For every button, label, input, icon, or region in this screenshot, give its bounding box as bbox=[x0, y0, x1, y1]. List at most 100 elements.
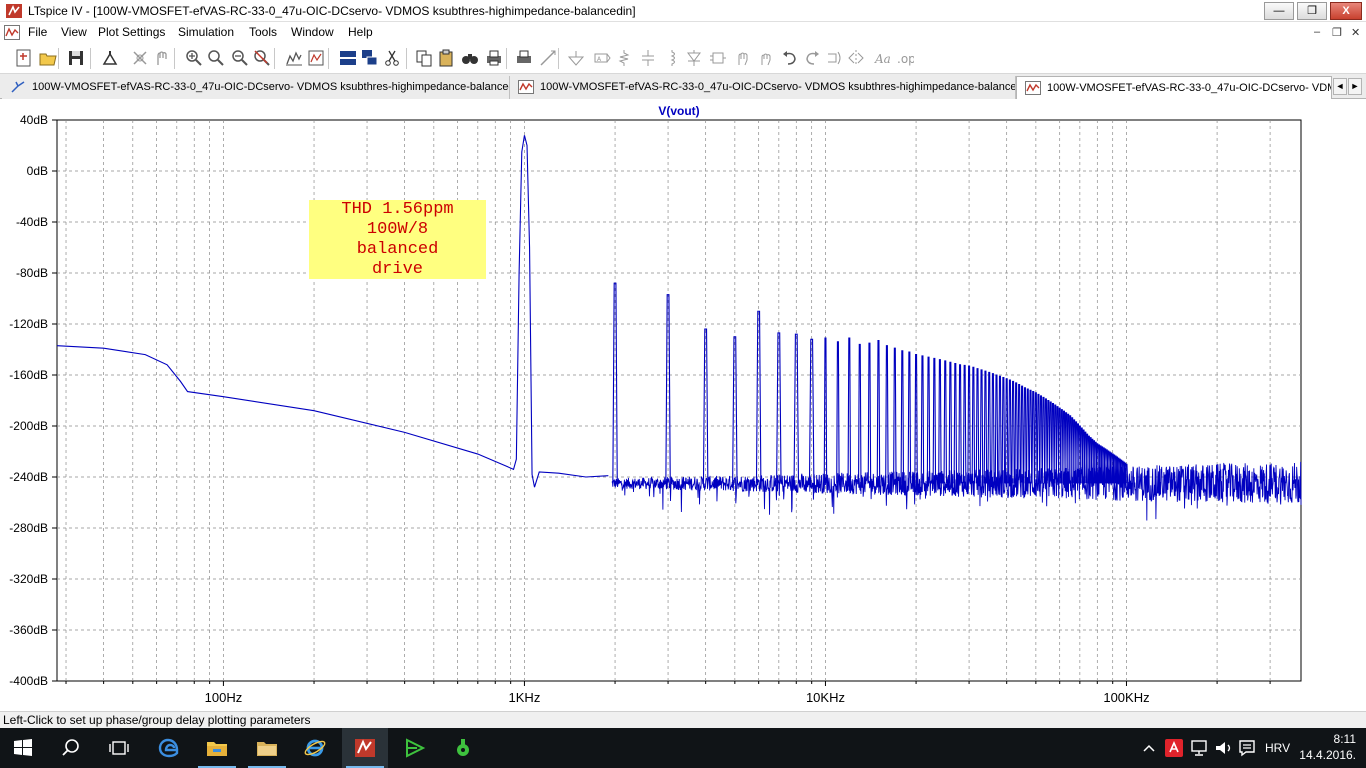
app-button[interactable] bbox=[440, 728, 486, 768]
thd-annotation[interactable]: THD 1.56ppm 100W/8 balanced drive bbox=[309, 200, 486, 279]
tile-horizontal-button[interactable] bbox=[338, 48, 358, 68]
zoom-in-button[interactable] bbox=[184, 48, 204, 68]
undo-button[interactable] bbox=[780, 48, 800, 68]
document-tabs: 100W-VMOSFET-efVAS-RC-33-0_47u-OIC-DCser… bbox=[0, 74, 1366, 99]
start-button[interactable] bbox=[0, 728, 46, 768]
tab-waveform-1[interactable]: 100W-VMOSFET-efVAS-RC-33-0_47u-OIC-DCser… bbox=[510, 76, 1016, 99]
tile-vertical-button[interactable] bbox=[360, 48, 380, 68]
move-button[interactable] bbox=[732, 48, 752, 68]
tab-schematic[interactable]: 100W-VMOSFET-efVAS-RC-33-0_47u-OIC-DCser… bbox=[2, 76, 510, 99]
copy-button[interactable] bbox=[414, 48, 434, 68]
wire-button[interactable] bbox=[538, 48, 558, 68]
tray-notifications[interactable] bbox=[1238, 728, 1258, 768]
open-button[interactable] bbox=[38, 48, 58, 68]
new-plot-pane-button[interactable] bbox=[306, 48, 326, 68]
zoom-back-button[interactable] bbox=[230, 48, 250, 68]
paste-button[interactable] bbox=[436, 48, 456, 68]
mirror-button[interactable] bbox=[846, 48, 866, 68]
drag-button[interactable] bbox=[756, 48, 776, 68]
annotation-line: drive bbox=[371, 260, 423, 279]
waveform-icon bbox=[518, 80, 534, 94]
cut-button[interactable] bbox=[382, 48, 402, 68]
ground-button[interactable] bbox=[566, 48, 586, 68]
save-button[interactable] bbox=[66, 48, 86, 68]
tray-network[interactable] bbox=[1189, 728, 1209, 768]
restore-button[interactable]: ❐ bbox=[1297, 2, 1327, 20]
tab-label: 100W-VMOSFET-efVAS-RC-33-0_47u-OIC-DCser… bbox=[1047, 82, 1331, 94]
capacitor-icon bbox=[642, 50, 654, 66]
toolbar-separator bbox=[328, 48, 329, 69]
trace-title: V(vout) bbox=[658, 104, 699, 118]
tray-antivirus[interactable] bbox=[1165, 728, 1183, 768]
autorange-button[interactable] bbox=[284, 48, 304, 68]
mdi-minimize-button[interactable]: – bbox=[1314, 26, 1320, 38]
ltspice-taskbar-button[interactable] bbox=[342, 728, 388, 768]
label-button[interactable]: A bbox=[592, 48, 612, 68]
tab-scroll-left-button[interactable]: ◄ bbox=[1333, 78, 1347, 95]
input-language[interactable]: HRV bbox=[1265, 728, 1293, 768]
zoom-cancel-button[interactable] bbox=[252, 48, 272, 68]
tile-vertical-icon bbox=[362, 50, 378, 66]
edge-button[interactable] bbox=[146, 728, 192, 768]
windows-taskbar: HRV 8:11 14.4.2016. bbox=[0, 728, 1366, 768]
spice-directive-button[interactable]: .op bbox=[894, 48, 916, 68]
y-tick-label: -120dB bbox=[9, 317, 48, 331]
minimize-button[interactable]: — bbox=[1264, 2, 1294, 20]
file-explorer-button[interactable] bbox=[194, 728, 240, 768]
menu-view[interactable]: View bbox=[61, 25, 87, 39]
inductor-button[interactable] bbox=[662, 48, 682, 68]
find-button[interactable] bbox=[460, 48, 480, 68]
resistor-icon bbox=[618, 50, 630, 66]
print-icon bbox=[487, 50, 501, 66]
toolbar: A Aa .op bbox=[0, 43, 1366, 74]
run-button[interactable] bbox=[130, 48, 150, 68]
toolbar-separator bbox=[90, 48, 91, 69]
tab-label: 100W-VMOSFET-efVAS-RC-33-0_47u-OIC-DCser… bbox=[540, 81, 1016, 93]
y-tick-label: 0dB bbox=[27, 164, 48, 178]
menu-help[interactable]: Help bbox=[348, 25, 373, 39]
mdi-restore-button[interactable]: ❐ bbox=[1332, 26, 1342, 39]
print-preview-button[interactable] bbox=[514, 48, 534, 68]
new-schematic-button[interactable] bbox=[14, 48, 34, 68]
y-tick-label: -400dB bbox=[9, 674, 48, 688]
capacitor-button[interactable] bbox=[638, 48, 658, 68]
menu-tools[interactable]: Tools bbox=[249, 25, 277, 39]
tray-chevron[interactable] bbox=[1142, 728, 1158, 768]
clock-date[interactable]: 14.4.2016. bbox=[1299, 748, 1356, 762]
copy-icon bbox=[416, 50, 432, 67]
rotate-button[interactable] bbox=[824, 48, 844, 68]
menu-file[interactable]: File bbox=[28, 25, 47, 39]
media-button[interactable] bbox=[392, 728, 438, 768]
annotation-line: THD 1.56ppm bbox=[341, 200, 454, 219]
waveform-plot-area[interactable]: 40dB 0dB -40dB -80dB -120dB -160dB -200dB -240d… bbox=[0, 100, 1366, 711]
y-tick-label: -320dB bbox=[9, 572, 48, 586]
clock-time[interactable]: 8:11 bbox=[1334, 732, 1356, 746]
component-button[interactable] bbox=[708, 48, 728, 68]
menu-window[interactable]: Window bbox=[291, 25, 334, 39]
mdi-close-button[interactable]: ✕ bbox=[1351, 26, 1360, 39]
control-panel-button[interactable] bbox=[100, 48, 120, 68]
resistor-button[interactable] bbox=[614, 48, 634, 68]
undo-icon bbox=[783, 51, 796, 65]
halt-button[interactable] bbox=[152, 48, 172, 68]
tab-scroll-right-button[interactable]: ► bbox=[1348, 78, 1362, 95]
menu-simulation[interactable]: Simulation bbox=[178, 25, 234, 39]
diode-button[interactable] bbox=[684, 48, 704, 68]
waveform-window-icon[interactable] bbox=[4, 25, 20, 40]
tab-waveform-2[interactable]: 100W-VMOSFET-efVAS-RC-33-0_47u-OIC-DCser… bbox=[1016, 76, 1332, 99]
redo-button[interactable] bbox=[802, 48, 822, 68]
text-button[interactable]: Aa bbox=[872, 48, 892, 68]
menu-plot-settings[interactable]: Plot Settings bbox=[98, 25, 165, 39]
search-button[interactable] bbox=[48, 728, 94, 768]
move-icon bbox=[738, 52, 748, 66]
folder-button[interactable] bbox=[244, 728, 290, 768]
close-button[interactable]: X bbox=[1330, 2, 1362, 20]
task-view-button[interactable] bbox=[96, 728, 142, 768]
annotation-line: 100W/8 bbox=[366, 220, 429, 239]
print-button[interactable] bbox=[484, 48, 504, 68]
new-plot-pane-icon bbox=[308, 50, 324, 66]
internet-explorer-button[interactable] bbox=[292, 728, 338, 768]
waveform-plot[interactable]: 40dB 0dB -40dB -80dB -120dB -160dB -200dB -240d… bbox=[0, 100, 1366, 711]
zoom-out-button[interactable] bbox=[206, 48, 226, 68]
tray-volume[interactable] bbox=[1214, 728, 1234, 768]
